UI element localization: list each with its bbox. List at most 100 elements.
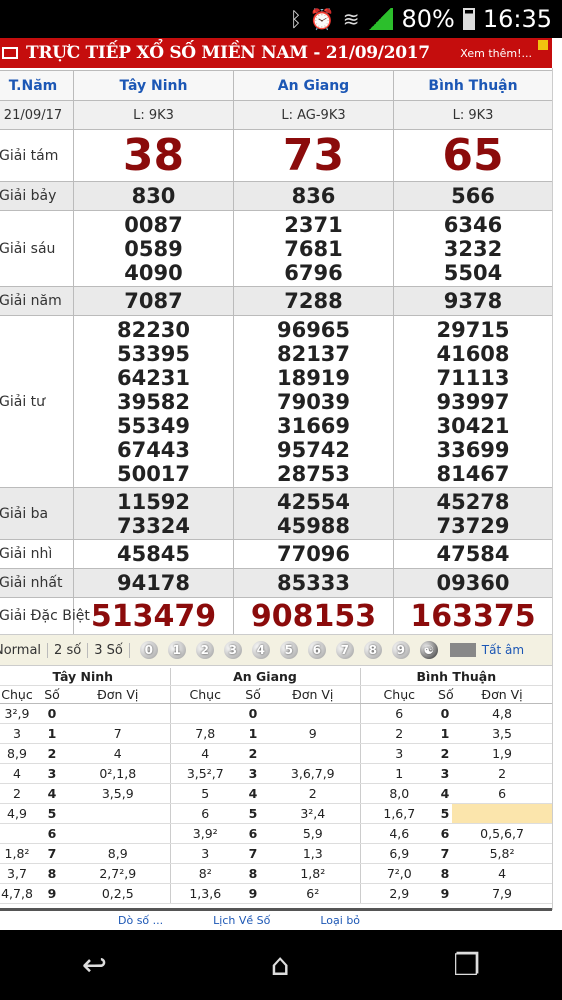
signal-icon (367, 8, 394, 30)
lot-code: L: 9K3 (393, 100, 553, 130)
tat-am-button[interactable]: Tất âm (482, 643, 524, 657)
digit-ball[interactable]: 7 (335, 641, 354, 659)
results-table: T.Năm Tây Ninh An Giang Bình Thuận 21/09… (0, 70, 553, 635)
loto-cell (170, 703, 240, 724)
prize-number: 47584 (393, 539, 553, 569)
loto-cell: 1,3,6 (170, 883, 240, 904)
wifi-icon: ≋ (342, 7, 360, 31)
footer-link[interactable]: Lịch Về Số (213, 914, 270, 927)
prize-number: 566 (393, 181, 553, 211)
see-more-link[interactable]: Xem thêm!... (460, 47, 532, 60)
loto-digit: 6 (240, 823, 266, 844)
prize-number: 39582 (116, 389, 191, 414)
prize-number: 53395 (116, 341, 191, 366)
prize-cell: 42554 45988 (233, 487, 394, 540)
digit-ball[interactable]: 0 (139, 641, 158, 659)
prize-number: 31669 (276, 413, 351, 438)
province-an-giang[interactable]: An Giang (233, 70, 394, 101)
prize-number: 0589 (124, 236, 183, 261)
col-header: Số (438, 685, 454, 704)
prize-number: 45988 (276, 513, 351, 538)
loto-cell: 1,8² (266, 863, 361, 884)
option-3-digits[interactable]: 3 Số (88, 642, 130, 658)
col-header: Chục (170, 685, 240, 704)
option-2-digits[interactable]: 2 số (48, 642, 89, 658)
col-header: Đơn Vị (266, 685, 361, 704)
loto-digit: 6 (38, 823, 66, 844)
loto-cell: 4 (0, 763, 38, 784)
prize-number: 82137 (276, 341, 351, 366)
results-header: TRỰC TIẾP XỔ SỐ MIỀN NAM - 21/09/2017 Xe… (0, 38, 552, 68)
prize-cell: 29715 41608 71113 93997 30421 33699 81467 (393, 315, 553, 488)
digit-ball[interactable]: 6 (307, 641, 326, 659)
loto-cell: 2 (266, 783, 361, 804)
loto-cell: 6 (360, 703, 439, 724)
prize-number: 85333 (233, 568, 394, 598)
loto-cell (452, 803, 553, 824)
alarm-icon: ⏰ (309, 7, 335, 31)
prize-number: 5504 (443, 260, 503, 285)
loto-cell (66, 823, 171, 844)
digit-ball[interactable]: 9 (391, 641, 410, 659)
loto-digit: 1 (438, 723, 453, 744)
loto-digit: 9 (38, 883, 66, 904)
prize-number: 73324 (116, 513, 191, 538)
loto-digit: 8 (438, 863, 453, 884)
loto-digit: 4 (438, 783, 453, 804)
loto-cell: 6² (266, 883, 361, 904)
prize-cell: 6346 3232 5504 (393, 210, 553, 287)
footer-link[interactable]: Loại bỏ (320, 914, 360, 927)
province-binh-thuan[interactable]: Bình Thuận (393, 70, 553, 101)
home-icon[interactable]: ⌂ (271, 948, 290, 983)
recent-apps-icon[interactable]: ❐ (453, 948, 480, 983)
col-header: Số (240, 685, 266, 704)
digit-ball[interactable]: 2 (195, 641, 214, 659)
scrollbar[interactable] (552, 68, 562, 910)
loto-row: 8,9 2 4 4 2 3 2 1,9 (0, 743, 553, 764)
digit-ball[interactable]: 8 (363, 641, 382, 659)
loto-cell: 6,9 (360, 843, 439, 864)
day-cell: T.Năm (0, 70, 74, 101)
loto-toolbar: Normal 2 số 3 Số 0 1 2 3 4 5 6 7 8 9 ☯ T… (0, 634, 552, 666)
digit-ball[interactable]: 1 (167, 641, 186, 659)
loto-cell: 8,0 (360, 783, 439, 804)
prize-label: Giải nhất (0, 568, 74, 598)
prize-number: 41608 (436, 341, 510, 366)
prize-cell: 45278 73729 (393, 487, 553, 540)
back-icon[interactable]: ↩ (82, 948, 107, 983)
battery-icon (462, 8, 475, 30)
loto-digit: 4 (240, 783, 266, 804)
prize-cell: 96965 82137 18919 79039 31669 95742 28753 (233, 315, 394, 488)
loto-cell: 2,7²,9 (66, 863, 171, 884)
digit-ball[interactable]: 3 (223, 641, 242, 659)
prize-number: 0087 (124, 212, 183, 237)
mail-icon[interactable] (2, 47, 18, 59)
loto-cell: 2 (360, 723, 439, 744)
loto-cell: 3,6,7,9 (266, 763, 361, 784)
prize-number: 96965 (276, 317, 351, 342)
prize-label: Giải năm (0, 286, 74, 316)
loto-digit: 0 (438, 703, 453, 724)
digit-ball[interactable]: 5 (279, 641, 298, 659)
loto-cell: 4 (452, 863, 553, 884)
loto-digit: 7 (38, 843, 66, 864)
loto-digit: 2 (240, 743, 266, 764)
loto-cell: 3,9² (170, 823, 240, 844)
lot-code: L: AG-9K3 (233, 100, 394, 130)
loto-digit: 4 (38, 783, 66, 804)
prize-cell: 11592 73324 (73, 487, 234, 540)
loto-cell: 3 (0, 723, 38, 744)
loto-cell: 5,9 (266, 823, 361, 844)
loto-cell: 7²,0 (360, 863, 439, 884)
loto-cell: 3²,4 (266, 803, 361, 824)
footer-link[interactable]: Dò số ... (118, 914, 163, 927)
loto-cell: 3 (170, 843, 240, 864)
loto-digit: 7 (240, 843, 266, 864)
option-normal[interactable]: Normal (0, 642, 49, 658)
digit-ball[interactable]: 4 (251, 641, 270, 659)
col-header: Số (38, 685, 66, 704)
province-tay-ninh[interactable]: Tây Ninh (73, 70, 234, 101)
loto-cell: 7,8 (170, 723, 240, 744)
prize-number: 830 (73, 181, 234, 211)
yin-yang-icon[interactable]: ☯ (419, 641, 438, 659)
